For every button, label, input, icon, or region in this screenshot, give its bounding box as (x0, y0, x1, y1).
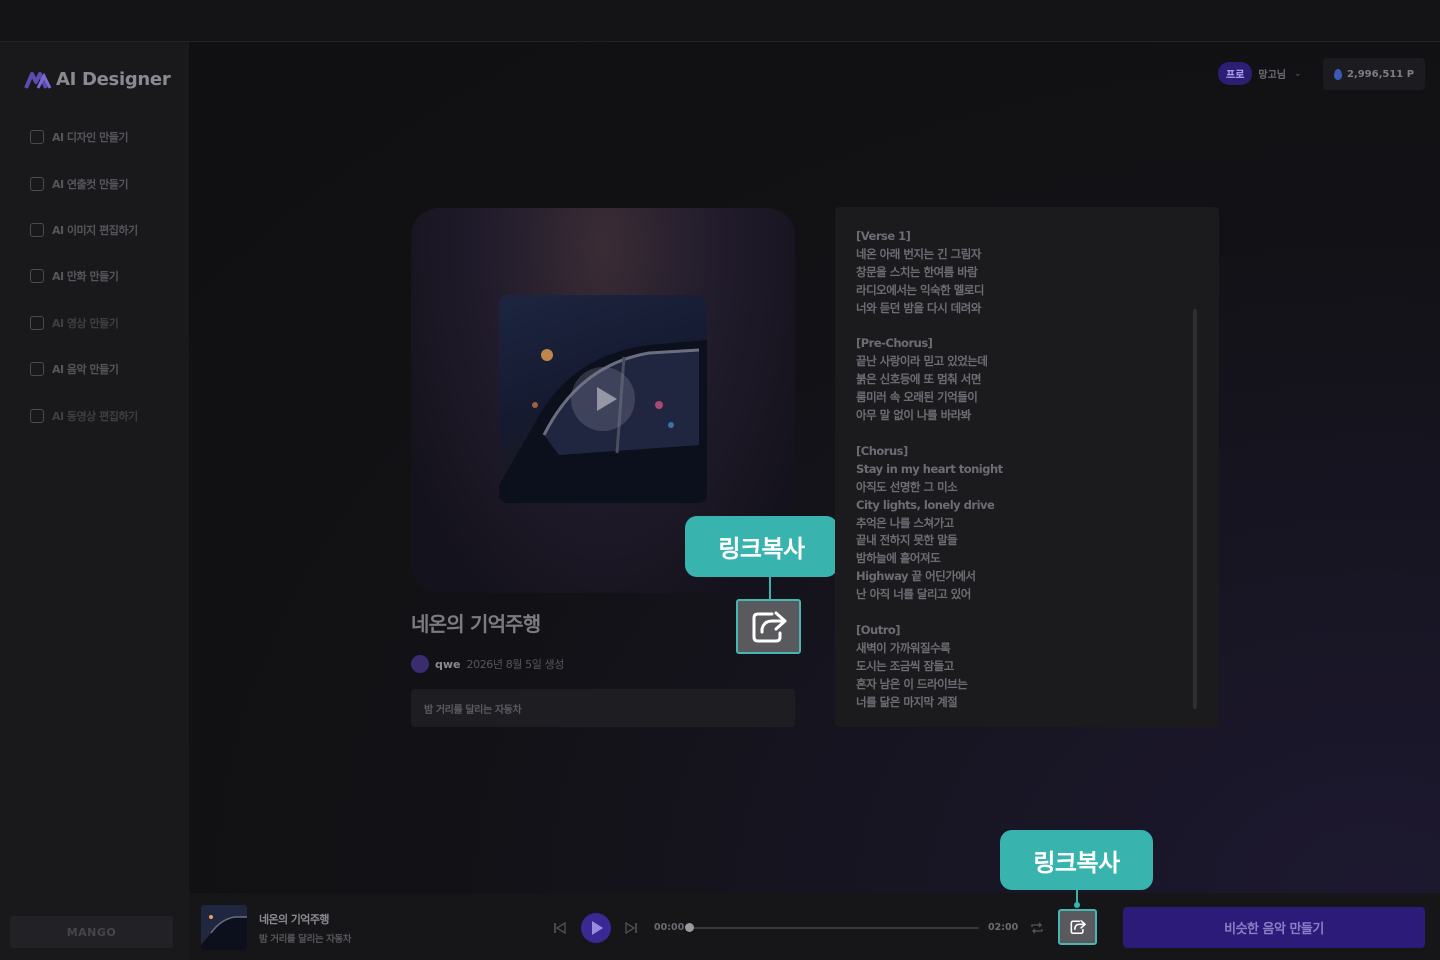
song-title: 네온의 기억주행 (411, 612, 541, 636)
main-content (189, 42, 1440, 893)
tooltip-pointer (769, 576, 771, 600)
app-name: AI Designer (56, 69, 171, 90)
drop-icon (1333, 68, 1342, 80)
edit-icon (30, 130, 44, 145)
progress-handle[interactable] (685, 923, 694, 932)
plan-badge: 프로 (1218, 62, 1253, 85)
lyrics-panel[interactable]: [Verse 1] 네온 아래 번지는 긴 그림자 창문을 스치는 한여름 바람… (835, 207, 1219, 727)
top-bar (0, 0, 1440, 42)
sidebar-item-label: AI 만화 만들기 (52, 270, 119, 284)
player-subtitle: 밤 거리를 달리는 자동차 (259, 934, 352, 945)
share-button[interactable] (736, 599, 801, 654)
user-name: 망고님 (1258, 70, 1287, 81)
video-edit-icon (30, 408, 44, 423)
repeat-icon[interactable] (1029, 920, 1045, 936)
sidebar-item-ai-cut[interactable]: AI 연출컷 만들기 (30, 160, 138, 206)
sidebar-item-label: AI 연출컷 만들기 (52, 177, 129, 191)
sidebar-item-label: AI 영상 만들기 (52, 316, 119, 330)
sidebar-item-ai-video[interactable]: AI 영상 만들기 (30, 300, 138, 346)
tooltip-link-copy: 링크복사 (685, 516, 838, 577)
album-cover[interactable] (499, 295, 707, 503)
play-button[interactable] (581, 913, 611, 943)
player-album-cover[interactable] (201, 905, 247, 950)
share-icon (1070, 920, 1086, 934)
tooltip-link-copy-player: 링크복사 (1000, 830, 1153, 890)
logo-icon (24, 71, 52, 89)
lyrics-scrollbar[interactable] (1193, 309, 1197, 709)
previous-track-icon[interactable] (553, 921, 567, 935)
image-edit-icon (30, 222, 44, 237)
progress-bar[interactable] (689, 927, 979, 929)
points-balance[interactable]: 2,996,511 P (1323, 58, 1425, 90)
sidebar-item-ai-design[interactable]: AI 디자인 만들기 (30, 114, 138, 160)
created-date: 2026년 8월 5일 생성 (466, 658, 565, 671)
comic-icon (30, 269, 44, 284)
make-similar-music-button[interactable]: 비슷한 음악 만들기 (1123, 907, 1425, 948)
sidebar-item-ai-music[interactable]: AI 음악 만들기 (30, 346, 138, 392)
tooltip-pointer-dot (1074, 902, 1080, 908)
sidebar-nav: AI 디자인 만들기 AI 연출컷 만들기 AI 이미지 편집하기 AI 만화 … (30, 114, 138, 439)
add-image-icon (30, 176, 44, 191)
end-time: 02:00 (988, 922, 1019, 933)
video-icon (30, 315, 44, 330)
play-icon[interactable] (571, 367, 635, 431)
player-title: 네온의 기억주행 (259, 913, 329, 926)
sidebar-item-label: AI 음악 만들기 (52, 363, 119, 377)
points-value: 2,996,511 P (1346, 68, 1415, 80)
avatar (411, 655, 429, 673)
author-name: qwe (435, 657, 461, 671)
lyrics-text: [Verse 1] 네온 아래 번지는 긴 그림자 창문을 스치는 한여름 바람… (856, 229, 1003, 709)
app-logo[interactable]: AI Designer (24, 69, 171, 90)
user-menu[interactable]: 프로 망고님 ⌄ (1218, 62, 1302, 85)
sidebar: AI Designer AI 디자인 만들기 AI 연출컷 만들기 AI 이미지… (0, 42, 189, 960)
sidebar-item-label: AI 이미지 편집하기 (52, 223, 138, 237)
sidebar-item-label: AI 디자인 만들기 (52, 131, 129, 145)
song-description: 밤 거리를 달리는 자동차 (411, 689, 795, 727)
brand-footer: MANGO (10, 916, 173, 948)
next-track-icon[interactable] (624, 921, 638, 935)
sidebar-item-label: AI 동영상 편집하기 (52, 409, 138, 423)
car-night-thumbnail (201, 915, 247, 950)
chevron-down-icon: ⌄ (1294, 68, 1302, 79)
player-share-button[interactable] (1058, 909, 1097, 945)
sidebar-item-ai-video-edit[interactable]: AI 동영상 편집하기 (30, 392, 138, 438)
author-info: qwe 2026년 8월 5일 생성 (411, 655, 564, 673)
sidebar-item-ai-image-edit[interactable]: AI 이미지 편집하기 (30, 207, 138, 253)
share-icon (752, 611, 786, 642)
sidebar-item-ai-comic[interactable]: AI 만화 만들기 (30, 253, 138, 299)
music-icon (30, 362, 44, 377)
current-time: 00:00 (654, 922, 685, 933)
